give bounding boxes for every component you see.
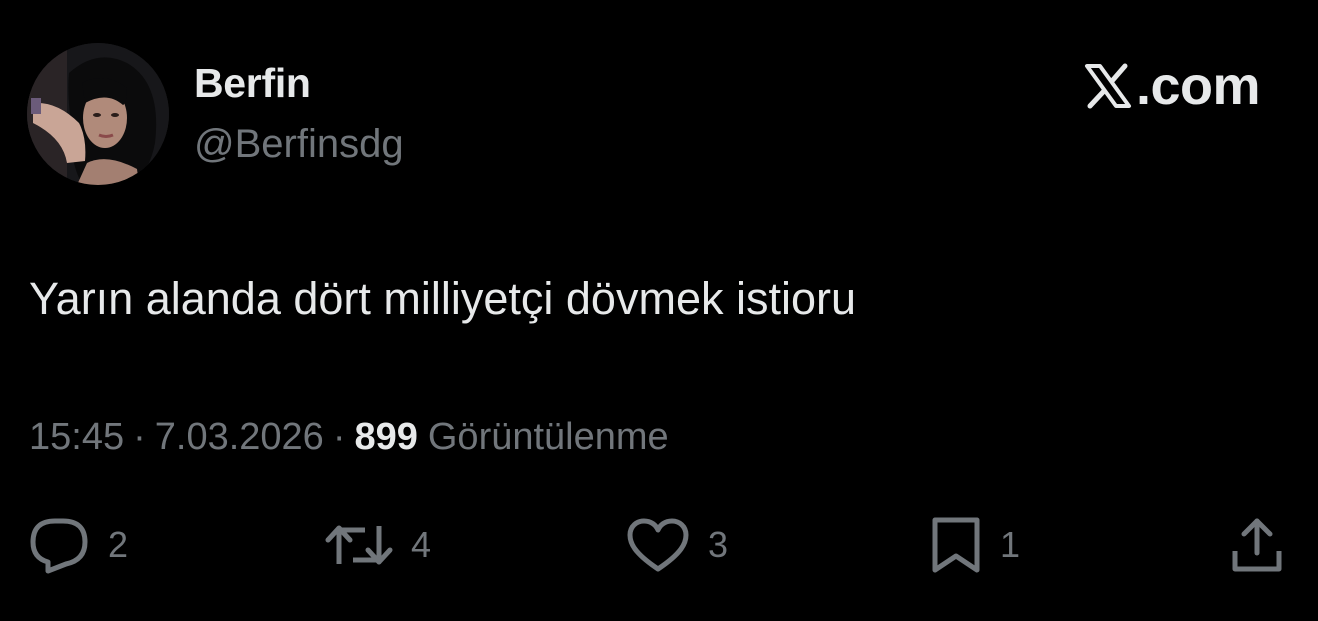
retweet-count: 4 bbox=[411, 524, 432, 565]
like-count: 3 bbox=[708, 524, 729, 565]
heart-icon bbox=[627, 518, 689, 572]
share-icon bbox=[1232, 518, 1282, 572]
display-name[interactable]: Berfin bbox=[194, 60, 311, 107]
action-bar: 2 4 3 1 bbox=[0, 510, 1318, 580]
bookmark-icon bbox=[932, 517, 980, 573]
tweet-date[interactable]: 7.03.2026 bbox=[155, 416, 324, 459]
like-button[interactable]: 3 bbox=[626, 510, 728, 580]
views-count: 899 bbox=[354, 416, 418, 458]
reply-count: 2 bbox=[108, 524, 129, 565]
avatar-image bbox=[27, 43, 169, 185]
tweet-time[interactable]: 15:45 bbox=[29, 416, 124, 459]
x-logo-icon bbox=[1084, 63, 1131, 109]
brand-mark: .com bbox=[1084, 56, 1261, 116]
tweet-text: Yarın alanda dört milliyetçi dövmek isti… bbox=[29, 273, 857, 324]
views-label: Görüntülenme bbox=[427, 416, 669, 458]
separator: · bbox=[133, 416, 146, 458]
user-handle[interactable]: @Berfinsdg bbox=[194, 122, 404, 167]
retweet-icon bbox=[325, 525, 393, 565]
bookmark-count: 1 bbox=[1000, 524, 1021, 565]
reply-button[interactable]: 2 bbox=[28, 510, 128, 580]
bookmark-button[interactable]: 1 bbox=[930, 510, 1020, 580]
reply-icon bbox=[30, 518, 88, 574]
separator: · bbox=[332, 416, 346, 458]
retweet-button[interactable]: 4 bbox=[325, 510, 431, 580]
tweet-meta: 15:45 · 7.03.2026 · 899 Görüntülenme bbox=[29, 416, 669, 459]
brand-text: .com bbox=[1135, 56, 1261, 116]
avatar[interactable] bbox=[27, 43, 169, 185]
share-button[interactable] bbox=[1230, 510, 1284, 580]
